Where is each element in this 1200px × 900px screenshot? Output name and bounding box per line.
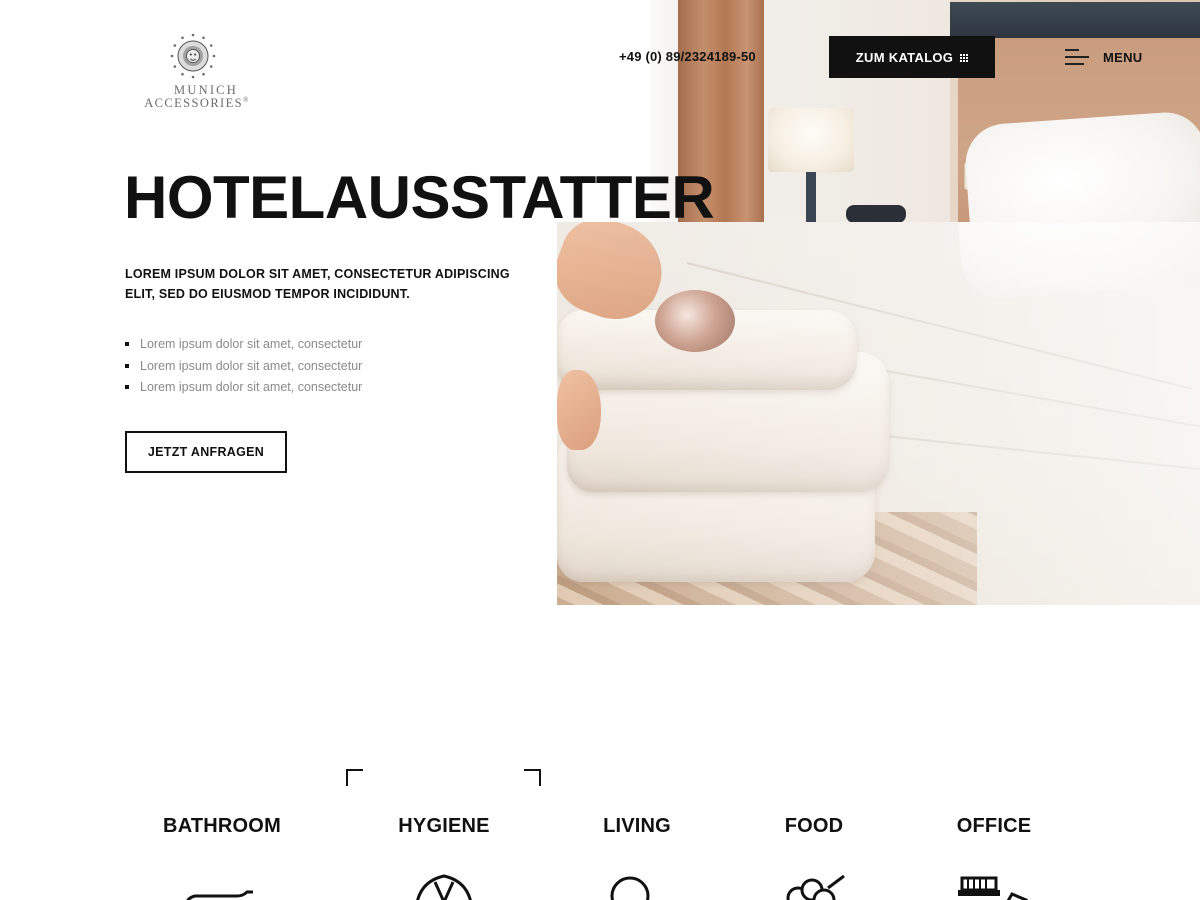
category-living[interactable]: LIVING bbox=[537, 812, 737, 900]
lamp-icon bbox=[610, 876, 650, 900]
page-title: HOTELAUSSTATTER bbox=[124, 164, 715, 231]
grid-icon bbox=[960, 53, 969, 62]
ice-cream-icon bbox=[786, 874, 845, 900]
bed-with-towels bbox=[557, 222, 1200, 605]
logo-text-line2: ACCESSORIES® bbox=[144, 96, 250, 111]
lion-seal-icon bbox=[170, 33, 216, 79]
category-label: BATHROOM bbox=[163, 815, 281, 837]
hotel-room-background bbox=[650, 0, 1200, 222]
category-label: LIVING bbox=[603, 815, 671, 837]
bathrobe-icon bbox=[416, 874, 472, 900]
list-item: Lorem ipsum dolor sit amet, consectetur bbox=[125, 377, 362, 399]
category-label: HYGIENE bbox=[398, 815, 490, 837]
category-food[interactable]: FOOD bbox=[714, 812, 914, 900]
category-hygiene[interactable]: HYGIENE bbox=[344, 812, 544, 900]
list-item: Lorem ipsum dolor sit amet, consectetur bbox=[125, 334, 362, 356]
frame-corner bbox=[346, 769, 363, 786]
feature-list: Lorem ipsum dolor sit amet, consectetur … bbox=[125, 334, 362, 399]
bedside-lamp bbox=[768, 108, 854, 172]
hero-lead-text: LOREM IPSUM DOLOR SIT AMET, CONSECTETUR … bbox=[125, 267, 510, 301]
pillow bbox=[963, 109, 1200, 222]
menu-label: MENU bbox=[1103, 49, 1143, 65]
catalog-button-label: ZUM KATALOG bbox=[855, 49, 954, 65]
active-category-frame bbox=[346, 769, 541, 789]
category-label: OFFICE bbox=[956, 815, 1032, 837]
category-bathroom[interactable]: BATHROOM bbox=[122, 812, 322, 900]
category-office[interactable]: OFFICE bbox=[894, 812, 1094, 900]
bedside-phone bbox=[846, 205, 906, 222]
bathtub-icon bbox=[186, 890, 253, 900]
phone-link[interactable]: +49 (0) 89/2324189-50 bbox=[619, 49, 756, 64]
logo[interactable]: MUNICH ACCESSORIES® bbox=[130, 32, 264, 110]
menu-button[interactable]: MENU bbox=[1065, 46, 1155, 68]
category-label: FOOD bbox=[784, 815, 844, 837]
catalog-button[interactable]: ZUM KATALOG bbox=[829, 36, 995, 78]
frame-corner bbox=[524, 769, 541, 786]
inquire-button[interactable]: JETZT ANFRAGEN bbox=[125, 431, 287, 473]
hamburger-menu-icon bbox=[1065, 49, 1089, 65]
stapler-icon bbox=[958, 876, 1028, 900]
list-item: Lorem ipsum dolor sit amet, consectetur bbox=[125, 356, 362, 378]
registered-mark: ® bbox=[243, 96, 250, 104]
